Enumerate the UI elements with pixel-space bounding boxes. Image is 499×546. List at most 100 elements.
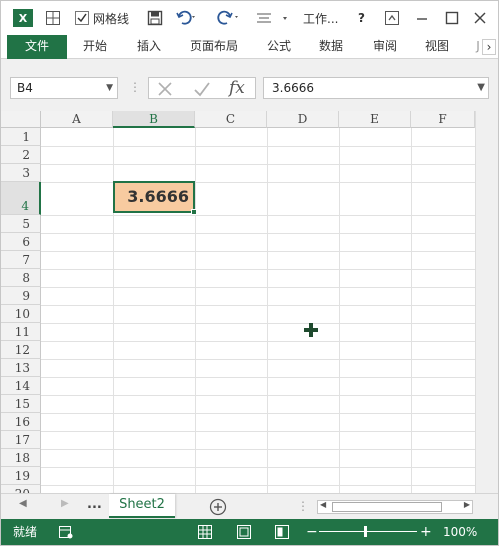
zoom-level[interactable]: 100% xyxy=(443,519,477,545)
grid-icon[interactable] xyxy=(45,9,61,27)
vertical-scrollbar[interactable] xyxy=(475,111,498,493)
window-title: 工作... xyxy=(303,11,339,26)
tab-home[interactable]: 开始 xyxy=(73,35,117,59)
tab-formulas[interactable]: 公式 xyxy=(257,35,301,59)
excel-window: X 网格线 工作... ? 文件 开始 插入 页面布局 公式 数据 审阅 视图 … xyxy=(0,0,499,546)
redo-icon[interactable] xyxy=(215,9,241,27)
close-icon[interactable] xyxy=(473,9,487,27)
gridline xyxy=(41,146,475,147)
ribbon-scroll-right-icon[interactable]: › xyxy=(482,39,496,55)
checkbox-checked-icon xyxy=(75,11,89,25)
column-header-e[interactable]: E xyxy=(339,111,411,128)
save-icon[interactable] xyxy=(147,9,163,27)
quick-access-toolbar: X 网格线 工作... ? xyxy=(1,1,498,35)
row-header-8[interactable]: 8 xyxy=(1,269,41,287)
page-layout-view-icon[interactable] xyxy=(237,525,251,539)
prev-sheet-icon[interactable]: ◀ xyxy=(19,498,27,509)
gridline xyxy=(41,467,475,468)
cross-cursor-icon xyxy=(304,323,318,337)
customize-qat-icon[interactable] xyxy=(255,9,289,27)
status-bar: 就绪 − + 100% xyxy=(1,519,498,545)
gridline xyxy=(41,341,475,342)
status-ready: 就绪 xyxy=(13,525,38,539)
gridlines-checkbox[interactable]: 网格线 xyxy=(75,9,129,27)
expand-formula-bar-icon[interactable]: ▼ xyxy=(477,78,485,98)
scroll-left-icon[interactable]: ◀ xyxy=(320,500,326,509)
row-header-16[interactable]: 16 xyxy=(1,413,41,431)
more-sheets-button[interactable]: ... xyxy=(87,497,102,512)
row-header-2[interactable]: 2 xyxy=(1,146,41,164)
select-all-corner[interactable] xyxy=(1,111,41,128)
tab-page-layout[interactable]: 页面布局 xyxy=(181,35,247,59)
page-break-view-icon[interactable] xyxy=(275,525,289,539)
gridline xyxy=(41,395,475,396)
row-header-4[interactable]: 4 xyxy=(1,182,41,215)
gridline xyxy=(41,287,475,288)
enter-icon[interactable] xyxy=(193,81,211,97)
formula-bar-area: B4 ▼ ⋮ fx 3.6666 ▼ xyxy=(1,59,498,111)
tab-insert[interactable]: 插入 xyxy=(127,35,171,59)
column-header-d[interactable]: D xyxy=(267,111,339,128)
gridline xyxy=(41,233,475,234)
tab-data[interactable]: 数据 xyxy=(309,35,353,59)
scrollbar-thumb[interactable] xyxy=(332,502,442,512)
add-sheet-icon[interactable] xyxy=(209,498,227,516)
column-header-c[interactable]: C xyxy=(195,111,267,128)
chevron-down-icon[interactable]: ▼ xyxy=(106,78,113,98)
help-icon[interactable]: ? xyxy=(358,9,365,27)
row-header-17[interactable]: 17 xyxy=(1,431,41,449)
cell-b4[interactable]: 3.6666 xyxy=(113,181,195,213)
row-header-11[interactable]: 11 xyxy=(1,323,41,341)
next-sheet-icon[interactable]: ▶ xyxy=(61,498,69,509)
row-header-10[interactable]: 10 xyxy=(1,305,41,323)
sheet-tab-active[interactable]: Sheet2 xyxy=(109,494,175,518)
zoom-in-button[interactable]: + xyxy=(420,519,432,545)
insert-function-icon[interactable]: fx xyxy=(229,78,245,98)
column-header-f[interactable]: F xyxy=(411,111,475,128)
sheet-tab-bar: ◀ ▶ ... Sheet2 ⋮ ◀ ▶ xyxy=(1,493,498,519)
row-header-7[interactable]: 7 xyxy=(1,251,41,269)
gridlines-label: 网格线 xyxy=(93,11,130,26)
row-header-19[interactable]: 19 xyxy=(1,467,41,485)
cancel-icon[interactable] xyxy=(157,81,173,97)
excel-icon[interactable]: X xyxy=(13,9,33,27)
row-header-14[interactable]: 14 xyxy=(1,377,41,395)
ribbon-display-icon[interactable] xyxy=(385,9,399,27)
column-header-a[interactable]: A xyxy=(41,111,113,128)
row-header-6[interactable]: 6 xyxy=(1,233,41,251)
tab-file[interactable]: 文件 xyxy=(7,35,67,59)
gridline xyxy=(41,305,475,306)
tab-review[interactable]: 审阅 xyxy=(363,35,407,59)
row-header-3[interactable]: 3 xyxy=(1,164,41,182)
gridline xyxy=(41,251,475,252)
row-header-20[interactable]: 20 xyxy=(1,485,41,493)
row-header-1[interactable]: 1 xyxy=(1,128,41,146)
gridline xyxy=(41,182,475,183)
normal-view-icon[interactable] xyxy=(198,525,212,539)
row-header-12[interactable]: 12 xyxy=(1,341,41,359)
row-header-18[interactable]: 18 xyxy=(1,449,41,467)
formula-input[interactable]: 3.6666 ▼ xyxy=(263,77,489,99)
fill-handle[interactable] xyxy=(191,209,197,215)
worksheet-grid: A B C D E F 1 2 3 4 5 6 7 8 9 10 11 12 1… xyxy=(1,111,498,493)
row-header-15[interactable]: 15 xyxy=(1,395,41,413)
row-header-5[interactable]: 5 xyxy=(1,215,41,233)
split-handle-icon[interactable]: ⋮ xyxy=(297,499,309,513)
tab-view[interactable]: 视图 xyxy=(415,35,459,59)
row-header-13[interactable]: 13 xyxy=(1,359,41,377)
row-header-9[interactable]: 9 xyxy=(1,287,41,305)
minimize-icon[interactable] xyxy=(415,9,429,27)
column-header-b[interactable]: B xyxy=(113,111,195,128)
gridline xyxy=(41,269,475,270)
zoom-out-button[interactable]: − xyxy=(306,519,318,545)
undo-icon[interactable] xyxy=(176,9,198,27)
maximize-icon[interactable] xyxy=(445,9,459,27)
zoom-slider-track[interactable] xyxy=(319,531,417,532)
scroll-right-icon[interactable]: ▶ xyxy=(464,500,470,509)
name-box[interactable]: B4 ▼ xyxy=(10,77,118,99)
formula-buttons: fx xyxy=(148,77,256,99)
macro-record-icon[interactable] xyxy=(59,525,73,539)
drag-handle-icon[interactable]: ⋮ xyxy=(129,80,141,94)
zoom-slider-thumb[interactable] xyxy=(364,526,367,537)
horizontal-scrollbar[interactable]: ◀ ▶ xyxy=(317,500,473,514)
